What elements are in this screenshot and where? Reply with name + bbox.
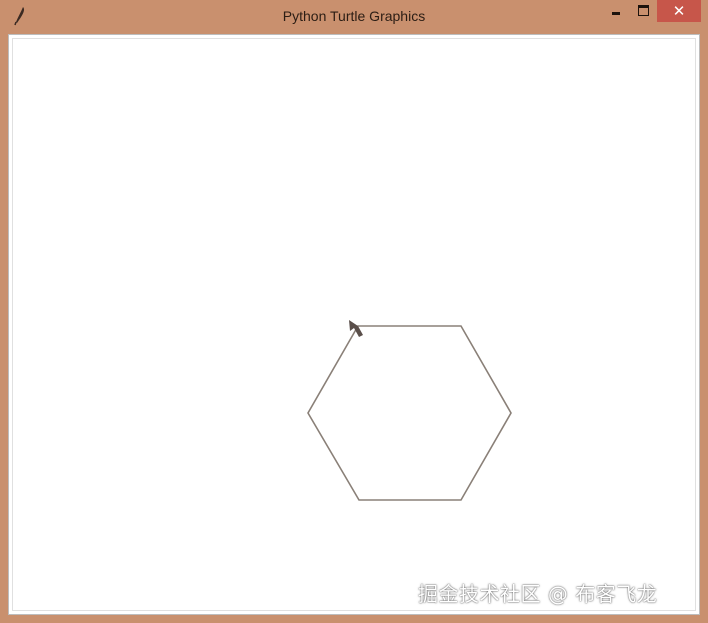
hexagon-shape (307, 325, 512, 501)
drawing-canvas[interactable] (12, 38, 696, 611)
turtle-window: Python Turtle Graphics ✕ 掘金技术社区 @ 布客飞龙 (0, 0, 708, 623)
watermark-text: 掘金技术社区 @ 布客飞龙 (418, 582, 658, 606)
arrow-cursor-icon (349, 320, 363, 337)
close-button[interactable]: ✕ (657, 0, 701, 22)
close-icon: ✕ (672, 2, 686, 20)
minimize-button[interactable] (600, 0, 630, 22)
title-bar[interactable]: Python Turtle Graphics ✕ (0, 0, 708, 34)
hexagon-drawing (307, 320, 512, 501)
turtle-screen (8, 34, 700, 615)
maximize-button[interactable] (630, 0, 657, 22)
